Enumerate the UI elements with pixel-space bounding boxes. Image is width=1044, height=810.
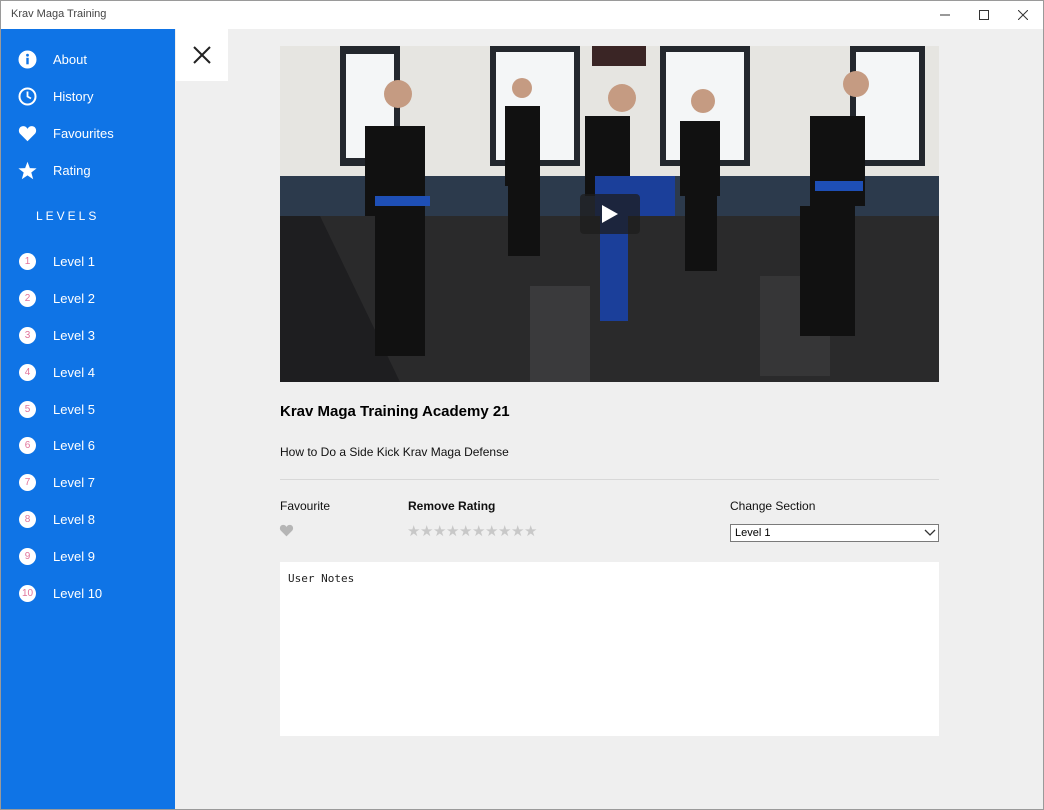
close-window-button[interactable] [1001,1,1043,29]
star-icon[interactable]: ★ [407,523,420,541]
sidebar-item-label: Level 10 [53,585,103,601]
sidebar-item-rating[interactable]: Rating [1,153,175,187]
sidebar-item-about[interactable]: About [1,42,175,76]
minimize-button[interactable] [923,1,967,29]
sidebar-item-label: Level 3 [53,327,95,343]
sidebar-item-favourites[interactable]: Favourites [1,116,175,150]
level-number-badge: 4 [19,363,36,381]
level-number-badge: 8 [19,510,36,528]
sidebar-item-label: About [53,51,87,67]
minimize-icon [940,14,950,16]
sidebar-item-label: Level 7 [53,474,95,490]
sidebar-item-level-8[interactable]: 8 Level 8 [1,502,175,536]
star-icon[interactable]: ★ [459,523,472,541]
section-select[interactable]: Level 1 [730,524,939,542]
sidebar-item-label: History [53,88,94,104]
clock-icon [18,87,37,106]
sidebar-item-label: Level 8 [53,511,95,527]
level-number-badge: 2 [19,289,36,307]
close-icon [1018,10,1028,20]
window-title: Krav Maga Training [11,8,107,20]
star-rating[interactable]: ★ ★ ★ ★ ★ ★ ★ ★ ★ ★ [407,523,537,541]
sidebar-item-level-10[interactable]: 10 Level 10 [1,576,175,610]
level-number-badge: 3 [19,326,36,344]
user-notes-textarea[interactable]: User Notes [280,562,939,736]
play-button[interactable] [580,194,640,234]
star-icon [18,161,37,180]
sidebar-item-level-9[interactable]: 9 Level 9 [1,539,175,573]
sidebar-item-level-7[interactable]: 7 Level 7 [1,465,175,499]
close-x-icon [193,46,211,64]
video-player[interactable] [280,46,939,382]
sidebar-item-label: Level 5 [53,401,95,417]
star-icon[interactable]: ★ [485,523,498,541]
sidebar: About History Favourites Rating LEVELS 1… [1,29,175,809]
level-number-badge: 7 [19,473,36,491]
star-icon[interactable]: ★ [524,523,537,541]
play-icon [602,205,618,223]
level-number-badge: 5 [19,400,36,418]
remove-rating-button[interactable]: Remove Rating [408,499,495,513]
sidebar-item-label: Favourites [53,125,114,141]
maximize-button[interactable] [962,1,1006,29]
heart-icon [279,524,294,537]
maximize-icon [979,10,989,20]
chevron-down-icon [924,529,936,536]
star-icon[interactable]: ★ [472,523,485,541]
divider [280,479,939,480]
sidebar-item-label: Level 6 [53,437,95,453]
sidebar-item-level-4[interactable]: 4 Level 4 [1,355,175,389]
video-description: How to Do a Side Kick Krav Maga Defense [280,445,509,459]
sidebar-item-label: Level 2 [53,290,95,306]
sidebar-item-history[interactable]: History [1,79,175,113]
star-icon[interactable]: ★ [433,523,446,541]
level-number-badge: 6 [19,436,36,454]
star-icon[interactable]: ★ [420,523,433,541]
level-number-badge: 10 [19,584,36,602]
sidebar-item-label: Level 4 [53,364,95,380]
sidebar-item-level-1[interactable]: 1 Level 1 [1,244,175,278]
info-icon [18,50,37,69]
app-window: Krav Maga Training About History Favouri… [0,0,1044,810]
favourite-label: Favourite [280,499,331,513]
sidebar-item-level-5[interactable]: 5 Level 5 [1,392,175,426]
sidebar-item-level-6[interactable]: 6 Level 6 [1,428,175,462]
heart-icon [18,124,37,143]
sidebar-item-level-2[interactable]: 2 Level 2 [1,281,175,315]
user-notes-placeholder: User Notes [288,572,355,585]
sidebar-item-label: Level 1 [53,253,95,269]
star-icon[interactable]: ★ [446,523,459,541]
favourite-toggle[interactable] [279,524,295,538]
star-icon[interactable]: ★ [498,523,511,541]
level-number-badge: 1 [19,252,36,270]
star-icon[interactable]: ★ [511,523,524,541]
section-select-value: Level 1 [735,527,771,539]
video-title: Krav Maga Training Academy 21 [280,403,510,420]
title-bar[interactable]: Krav Maga Training [1,1,1043,29]
sidebar-item-label: Level 9 [53,548,95,564]
levels-heading: LEVELS [36,209,100,223]
close-detail-button[interactable] [176,29,228,81]
sidebar-item-level-3[interactable]: 3 Level 3 [1,318,175,352]
level-number-badge: 9 [19,547,36,565]
sidebar-item-label: Rating [53,162,91,178]
change-section-label: Change Section [730,499,816,513]
